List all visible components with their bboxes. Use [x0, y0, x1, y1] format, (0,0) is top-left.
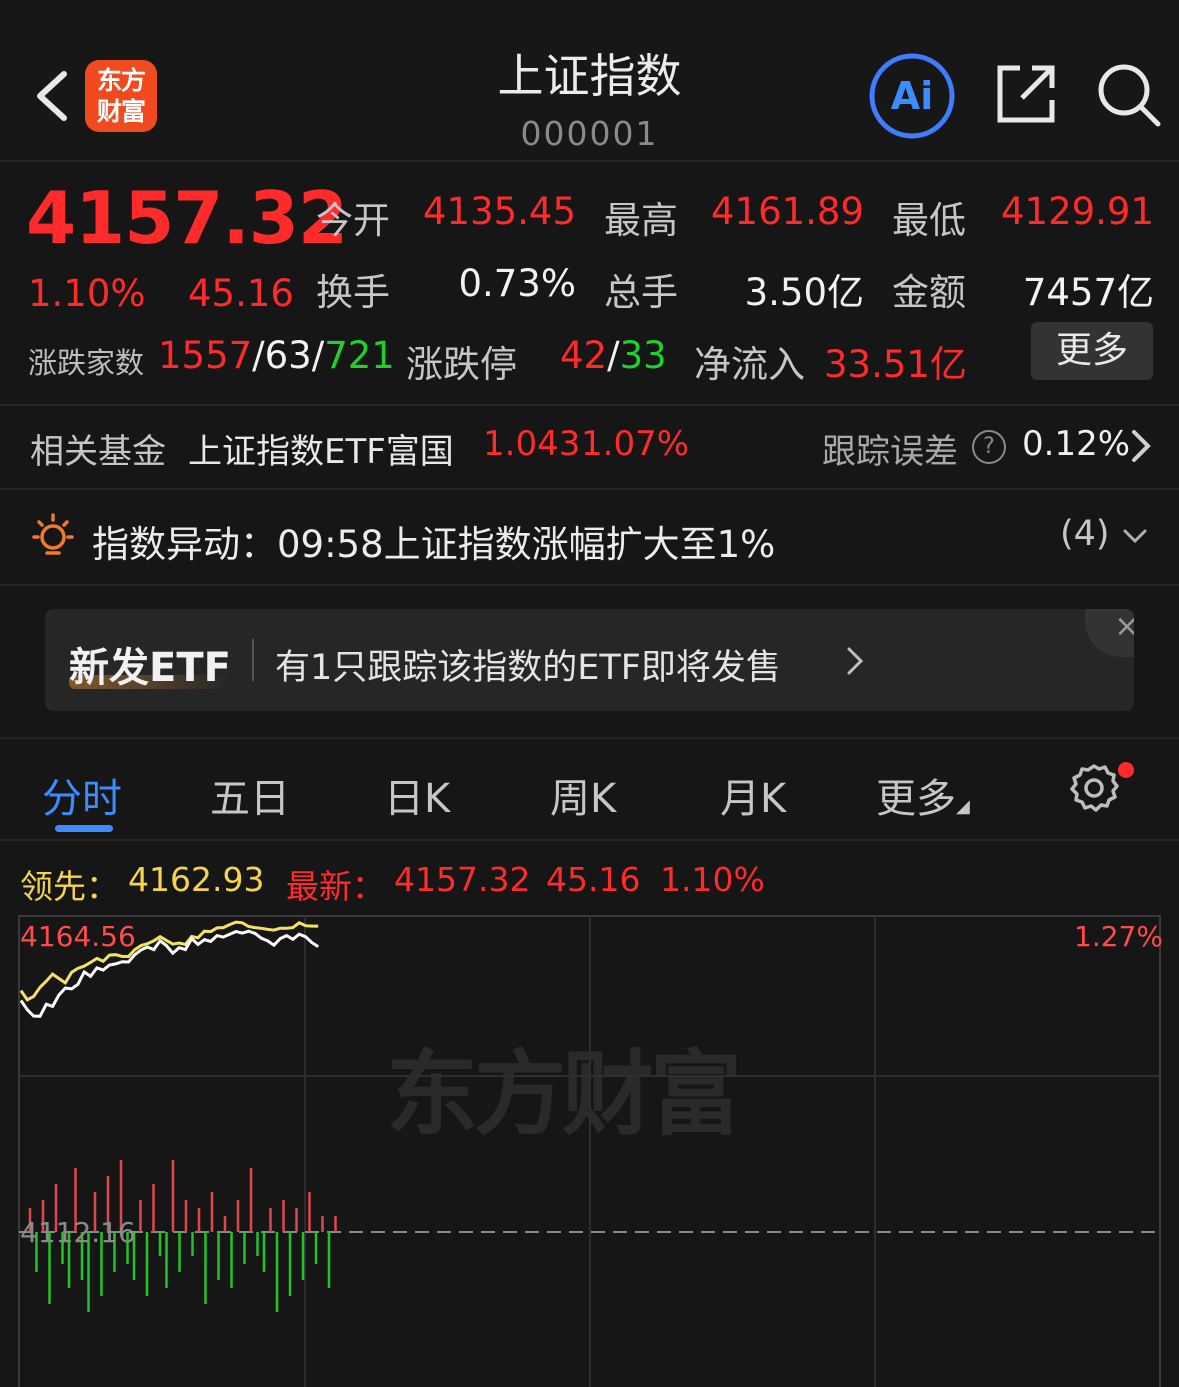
limit-down-count: 33	[619, 334, 667, 377]
lead-value: 4162.93	[128, 860, 265, 899]
limit-label: 涨跌停	[406, 343, 517, 386]
current-price: 4157.32	[26, 176, 348, 260]
y-axis-base: 4112.16	[20, 1216, 136, 1249]
tracking-error-value: 0.12%	[1022, 424, 1131, 464]
chart-grid	[18, 915, 1161, 1387]
tab-five-day[interactable]: 五日	[210, 766, 290, 824]
tab-more-label: 更多	[876, 776, 956, 822]
related-fund-price: 1.043	[483, 424, 581, 464]
volume-value: 3.50亿	[744, 271, 864, 314]
share-icon[interactable]	[994, 62, 1058, 126]
volume-label: 总手	[604, 271, 678, 314]
intraday-chart[interactable]	[0, 900, 1179, 1387]
netflow-value: 33.51亿	[824, 343, 967, 386]
chevron-right-icon	[847, 647, 864, 675]
amount-label: 金额	[892, 271, 966, 314]
low-value: 4129.91	[1000, 190, 1154, 233]
tab-intraday[interactable]: 分时	[42, 766, 122, 824]
change-amount: 45.16	[188, 272, 294, 315]
low-label: 最低	[892, 199, 966, 242]
amount-value: 7457亿	[1022, 271, 1154, 314]
related-fund-label: 相关基金	[30, 432, 166, 472]
change-percent: 1.10%	[28, 272, 146, 315]
ai-assistant-button[interactable]: Ai	[868, 52, 956, 140]
close-icon[interactable]: ×	[1085, 609, 1134, 657]
help-icon[interactable]: ?	[972, 430, 1006, 464]
settings-gear-icon[interactable]	[1068, 762, 1120, 814]
high-value: 4161.89	[710, 190, 864, 233]
chevron-right-icon[interactable]	[1126, 428, 1154, 464]
chevron-down-icon[interactable]	[1120, 524, 1150, 548]
down-count: 721	[324, 334, 395, 377]
up-count: 1557	[158, 334, 253, 377]
limit-counts: 42/33	[560, 334, 667, 377]
limit-up-count: 42	[560, 334, 608, 377]
new-etf-tag: 新发ETF	[69, 645, 231, 691]
high-label: 最高	[604, 199, 678, 242]
new-etf-text: 有1只跟踪该指数的ETF即将发售	[275, 648, 781, 688]
search-icon[interactable]	[1096, 62, 1162, 128]
turnover-label: 换手	[316, 271, 390, 314]
breadth-label: 涨跌家数	[28, 346, 145, 380]
open-label: 今开	[316, 199, 390, 242]
related-fund-name[interactable]: 上证指数ETF富国	[188, 424, 454, 473]
triangle-icon: ◢	[956, 796, 970, 817]
active-tab-indicator	[55, 825, 113, 832]
ai-icon-label: Ai	[891, 74, 933, 118]
latest-percent: 1.10%	[660, 860, 765, 899]
divider	[0, 488, 1179, 490]
alert-count: (4)	[1060, 514, 1110, 554]
index-alert-text[interactable]: 指数异动：09:58上证指数涨幅扩大至1%	[92, 514, 775, 568]
latest-value: 4157.32	[394, 860, 531, 899]
divider	[0, 584, 1179, 586]
notification-dot	[1118, 762, 1134, 778]
turnover-value: 0.73%	[458, 262, 576, 305]
chart-tabs: 分时 五日 日K 周K 月K 更多◢	[0, 737, 1179, 841]
banner-separator	[252, 639, 254, 681]
y-axis-max-percent: 1.27%	[1074, 920, 1163, 953]
open-value: 4135.45	[422, 190, 576, 233]
tracking-error-label: 跟踪误差	[822, 432, 958, 472]
market-breadth: 1557/63/721	[158, 334, 395, 377]
sun-alert-icon	[32, 513, 74, 555]
flat-count: 63	[264, 334, 312, 377]
tab-more[interactable]: 更多◢	[876, 766, 970, 824]
more-stats-button[interactable]: 更多	[1031, 322, 1153, 380]
tab-weekly-k[interactable]: 周K	[550, 766, 616, 824]
tab-daily-k[interactable]: 日K	[384, 766, 450, 824]
latest-change: 45.16	[546, 860, 641, 899]
new-etf-banner[interactable]: 新发ETF 有1只跟踪该指数的ETF即将发售 ×	[45, 609, 1134, 711]
tab-monthly-k[interactable]: 月K	[720, 766, 786, 824]
netflow-label: 净流入	[694, 343, 805, 386]
y-axis-max: 4164.56	[20, 920, 136, 953]
related-fund-percent: 1.07%	[581, 424, 690, 464]
